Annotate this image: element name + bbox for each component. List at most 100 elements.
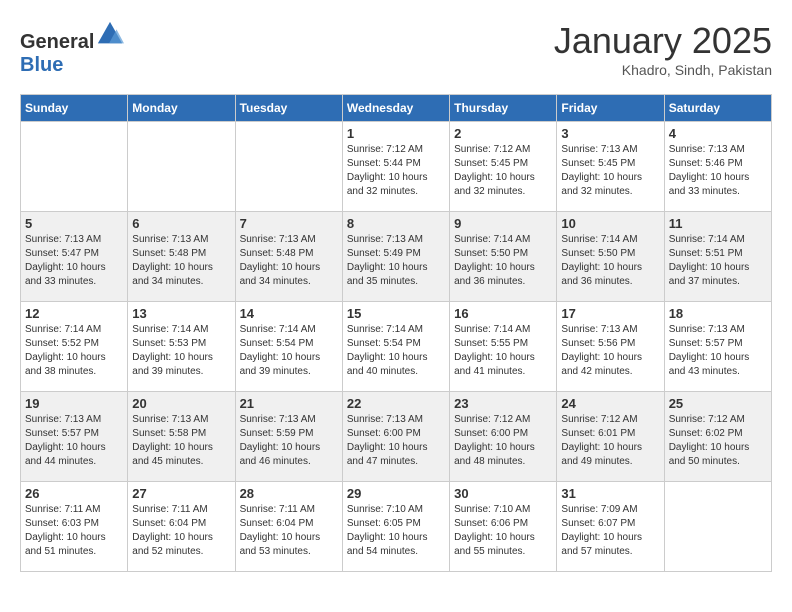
header-friday: Friday	[557, 95, 664, 122]
day-info: Sunrise: 7:14 AMSunset: 5:51 PMDaylight:…	[669, 233, 767, 289]
day-number: 21	[240, 396, 338, 411]
calendar-header-row: SundayMondayTuesdayWednesdayThursdayFrid…	[21, 95, 772, 122]
logo-blue: Blue	[20, 54, 63, 76]
calendar-cell: 3 Sunrise: 7:13 AMSunset: 5:45 PMDaylight…	[557, 122, 664, 212]
day-number: 13	[132, 306, 230, 321]
calendar-cell: 16 Sunrise: 7:14 AMSunset: 5:55 PMDayligh…	[450, 302, 557, 392]
day-number: 19	[25, 396, 123, 411]
day-info: Sunrise: 7:09 AMSunset: 6:07 PMDaylight:…	[561, 503, 659, 559]
calendar-week-2: 5Sunrise: 7:13 AMSunset: 5:47 PMDaylight…	[21, 212, 772, 302]
day-number: 14	[240, 306, 338, 321]
day-info: Sunrise: 7:13 AMSunset: 5:46 PMDaylight:…	[669, 143, 767, 199]
day-number: 22	[347, 396, 445, 411]
day-number: 31	[561, 486, 659, 501]
day-number: 25	[669, 396, 767, 411]
calendar-week-5: 26Sunrise: 7:11 AMSunset: 6:03 PMDayligh…	[21, 482, 772, 572]
header-tuesday: Tuesday	[235, 95, 342, 122]
page-header: General Blue January 2025 Khadro, Sindh,…	[20, 20, 772, 78]
calendar-week-4: 19 Sunrise: 7:13 AMSunset: 5:57 PMDayligh…	[21, 392, 772, 482]
calendar-cell: 23 Sunrise: 7:12 AMSunset: 6:00 PMDayligh…	[450, 392, 557, 482]
day-number: 7	[240, 216, 338, 231]
day-info: Sunrise: 7:13 AMSunset: 6:00 PMDaylight:…	[347, 413, 445, 469]
day-info: Sunrise: 7:13 AMSunset: 5:47 PMDaylight:…	[25, 233, 123, 289]
day-info: Sunrise: 7:13 AMSunset: 5:45 PMDaylight:…	[561, 143, 659, 199]
day-number: 18	[669, 306, 767, 321]
day-number: 8	[347, 216, 445, 231]
logo-general: General	[20, 31, 94, 53]
calendar-cell: 13 Sunrise: 7:14 AMSunset: 5:53 PMDayligh…	[128, 302, 235, 392]
day-info: Sunrise: 7:13 AMSunset: 5:48 PMDaylight:…	[132, 233, 230, 289]
calendar-cell	[128, 122, 235, 212]
day-number: 2	[454, 126, 552, 141]
location: Khadro, Sindh, Pakistan	[554, 62, 772, 78]
day-number: 15	[347, 306, 445, 321]
calendar-cell: 2 Sunrise: 7:12 AMSunset: 5:45 PMDaylight…	[450, 122, 557, 212]
day-number: 17	[561, 306, 659, 321]
day-info: Sunrise: 7:13 AMSunset: 5:57 PMDaylight:…	[669, 323, 767, 379]
day-info: Sunrise: 7:11 AMSunset: 6:04 PMDaylight:…	[240, 503, 338, 559]
day-number: 23	[454, 396, 552, 411]
calendar-cell: 29 Sunrise: 7:10 AMSunset: 6:05 PMDayligh…	[342, 482, 449, 572]
day-number: 11	[669, 216, 767, 231]
day-info: Sunrise: 7:13 AMSunset: 5:49 PMDaylight:…	[347, 233, 445, 289]
day-info: Sunrise: 7:12 AMSunset: 6:02 PMDaylight:…	[669, 413, 767, 469]
day-number: 16	[454, 306, 552, 321]
day-number: 30	[454, 486, 552, 501]
calendar-cell: 19 Sunrise: 7:13 AMSunset: 5:57 PMDayligh…	[21, 392, 128, 482]
month-title: January 2025	[554, 20, 772, 62]
calendar-cell: 9 Sunrise: 7:14 AMSunset: 5:50 PMDaylight…	[450, 212, 557, 302]
logo-text: General Blue	[20, 20, 124, 77]
day-number: 28	[240, 486, 338, 501]
calendar-cell	[235, 122, 342, 212]
calendar-cell: 20Sunrise: 7:13 AMSunset: 5:58 PMDayligh…	[128, 392, 235, 482]
calendar-table: SundayMondayTuesdayWednesdayThursdayFrid…	[20, 94, 772, 572]
calendar-cell: 31 Sunrise: 7:09 AMSunset: 6:07 PMDayligh…	[557, 482, 664, 572]
day-number: 3	[561, 126, 659, 141]
day-number: 27	[132, 486, 230, 501]
day-info: Sunrise: 7:10 AMSunset: 6:05 PMDaylight:…	[347, 503, 445, 559]
calendar-cell: 4 Sunrise: 7:13 AMSunset: 5:46 PMDaylight…	[664, 122, 771, 212]
day-number: 9	[454, 216, 552, 231]
calendar-cell: 7 Sunrise: 7:13 AMSunset: 5:48 PMDaylight…	[235, 212, 342, 302]
calendar-cell: 14 Sunrise: 7:14 AMSunset: 5:54 PMDayligh…	[235, 302, 342, 392]
day-info: Sunrise: 7:13 AMSunset: 5:57 PMDaylight:…	[25, 413, 123, 469]
day-number: 12	[25, 306, 123, 321]
day-info: Sunrise: 7:14 AMSunset: 5:50 PMDaylight:…	[454, 233, 552, 289]
logo: General Blue	[20, 20, 124, 77]
day-number: 1	[347, 126, 445, 141]
calendar-cell	[21, 122, 128, 212]
day-number: 6	[132, 216, 230, 231]
calendar-cell: 1 Sunrise: 7:12 AMSunset: 5:44 PMDaylight…	[342, 122, 449, 212]
day-info: Sunrise: 7:12 AMSunset: 5:45 PMDaylight:…	[454, 143, 552, 199]
calendar-cell: 5Sunrise: 7:13 AMSunset: 5:47 PMDaylight…	[21, 212, 128, 302]
calendar-cell	[664, 482, 771, 572]
day-info: Sunrise: 7:13 AMSunset: 5:48 PMDaylight:…	[240, 233, 338, 289]
calendar-cell: 26Sunrise: 7:11 AMSunset: 6:03 PMDayligh…	[21, 482, 128, 572]
title-block: January 2025 Khadro, Sindh, Pakistan	[554, 20, 772, 78]
day-info: Sunrise: 7:12 AMSunset: 6:01 PMDaylight:…	[561, 413, 659, 469]
day-info: Sunrise: 7:13 AMSunset: 5:59 PMDaylight:…	[240, 413, 338, 469]
calendar-cell: 6 Sunrise: 7:13 AMSunset: 5:48 PMDaylight…	[128, 212, 235, 302]
day-info: Sunrise: 7:14 AMSunset: 5:55 PMDaylight:…	[454, 323, 552, 379]
day-number: 24	[561, 396, 659, 411]
day-number: 29	[347, 486, 445, 501]
calendar-cell: 24 Sunrise: 7:12 AMSunset: 6:01 PMDayligh…	[557, 392, 664, 482]
calendar-cell: 30 Sunrise: 7:10 AMSunset: 6:06 PMDayligh…	[450, 482, 557, 572]
day-info: Sunrise: 7:14 AMSunset: 5:53 PMDaylight:…	[132, 323, 230, 379]
calendar-cell: 17Sunrise: 7:13 AMSunset: 5:56 PMDayligh…	[557, 302, 664, 392]
header-thursday: Thursday	[450, 95, 557, 122]
calendar-week-1: 1 Sunrise: 7:12 AMSunset: 5:44 PMDaylight…	[21, 122, 772, 212]
day-number: 26	[25, 486, 123, 501]
day-info: Sunrise: 7:14 AMSunset: 5:54 PMDaylight:…	[240, 323, 338, 379]
calendar-cell: 10Sunrise: 7:14 AMSunset: 5:50 PMDayligh…	[557, 212, 664, 302]
logo-icon	[96, 20, 124, 48]
day-info: Sunrise: 7:13 AMSunset: 5:58 PMDaylight:…	[132, 413, 230, 469]
header-saturday: Saturday	[664, 95, 771, 122]
day-info: Sunrise: 7:12 AMSunset: 5:44 PMDaylight:…	[347, 143, 445, 199]
day-number: 4	[669, 126, 767, 141]
day-info: Sunrise: 7:10 AMSunset: 6:06 PMDaylight:…	[454, 503, 552, 559]
calendar-cell: 28 Sunrise: 7:11 AMSunset: 6:04 PMDayligh…	[235, 482, 342, 572]
day-info: Sunrise: 7:12 AMSunset: 6:00 PMDaylight:…	[454, 413, 552, 469]
calendar-cell: 21 Sunrise: 7:13 AMSunset: 5:59 PMDayligh…	[235, 392, 342, 482]
header-wednesday: Wednesday	[342, 95, 449, 122]
